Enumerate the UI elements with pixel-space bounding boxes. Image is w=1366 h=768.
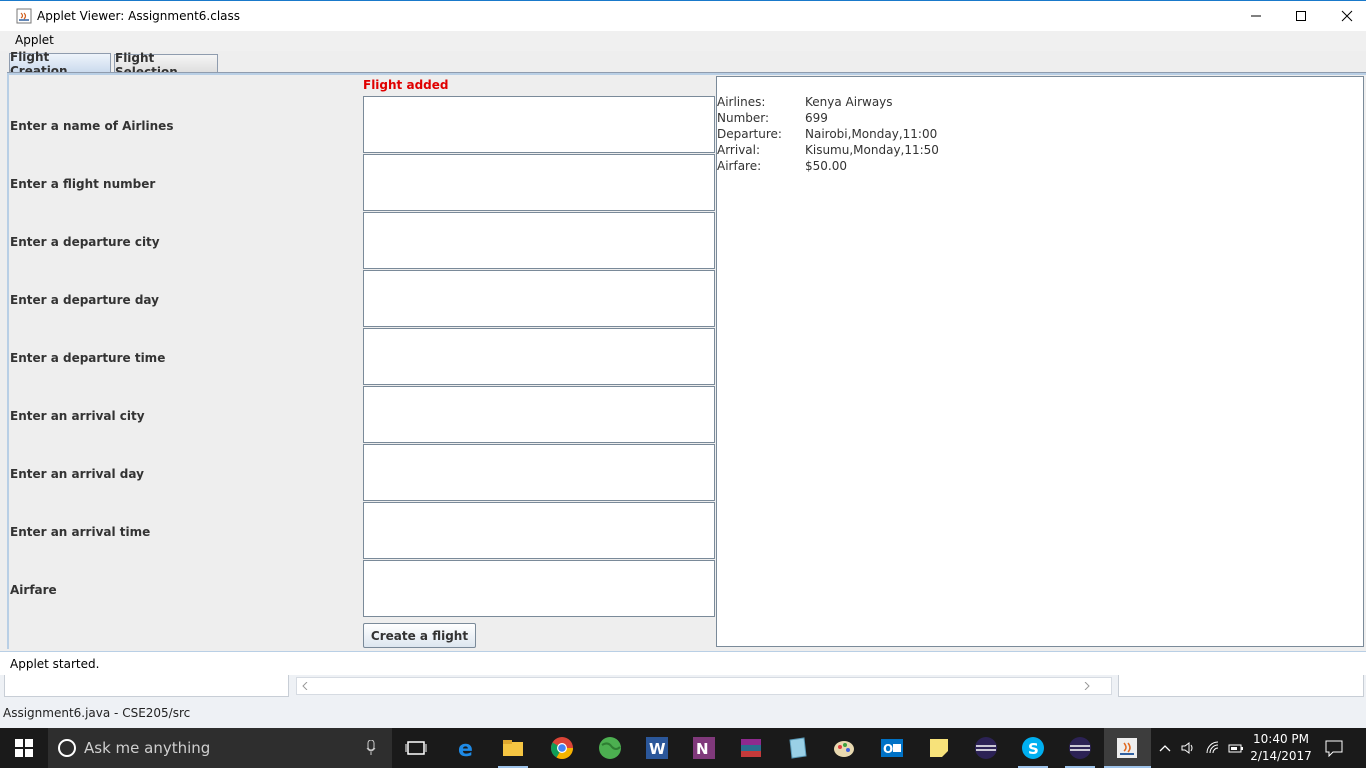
arrival-day-label: Enter an arrival day [10,467,144,481]
window-title: Applet Viewer: Assignment6.class [37,9,241,23]
tab-flight-creation[interactable]: Flight Creation [9,50,111,78]
info-value: Kenya Airways [805,95,893,109]
arrival-city-input[interactable] [363,386,715,443]
airlines-label: Enter a name of Airlines [10,119,174,133]
winrar-icon[interactable] [739,736,763,760]
departure-city-label: Enter a departure city [10,235,160,249]
sticky-notes-icon[interactable] [927,736,951,760]
onenote-icon[interactable]: N [692,736,716,760]
svg-text:W: W [649,740,666,758]
arrival-time-label: Enter an arrival time [10,525,151,539]
arrival-day-input[interactable] [363,444,715,501]
arrival-time-input[interactable] [363,502,715,559]
status-message: Flight added [363,78,449,92]
volume-icon[interactable] [1180,740,1196,756]
svg-text:S: S [1028,740,1039,758]
menu-bar: Applet [0,31,1366,51]
search-placeholder: Ask me anything [84,739,211,757]
departure-day-label: Enter a departure day [10,293,159,307]
globe-icon[interactable] [598,736,622,760]
eclipse-left-pane [4,675,289,697]
departure-time-label: Enter a departure time [10,351,166,365]
clock-date: 2/14/2017 [1250,749,1312,763]
info-value: $50.00 [805,159,847,173]
microphone-icon[interactable] [366,740,376,756]
close-button[interactable] [1324,1,1366,31]
flight-number-input[interactable] [363,154,715,211]
taskbar: Ask me anything e W N O S 10:40 PM 2/14/… [0,728,1366,768]
airfare-input[interactable] [363,560,715,617]
info-key: Number: [717,111,770,125]
wifi-icon[interactable] [1205,740,1221,756]
info-key: Arrival: [717,143,761,157]
svg-text:N: N [696,740,709,758]
cortana-icon [58,739,76,757]
windows-icon [15,739,33,757]
cortana-search-box[interactable]: Ask me anything [48,728,392,768]
info-value: Nairobi,Monday,11:00 [805,127,938,141]
applet-status-text: Applet started. [10,657,100,671]
scroll-right-icon[interactable] [1083,682,1091,690]
close-icon [1341,10,1353,22]
svg-text:O: O [883,742,893,756]
chevron-up-icon[interactable] [1157,740,1173,756]
create-flight-button[interactable]: Create a flight [363,623,476,648]
system-clock[interactable]: 10:40 PM 2/14/2017 [1248,731,1314,765]
info-value: 699 [805,111,828,125]
scroll-left-icon[interactable] [301,682,309,690]
info-value: Kisumu,Monday,11:50 [805,143,939,157]
clock-time: 10:40 PM [1253,732,1309,746]
notification-icon[interactable] [1325,739,1343,757]
maximize-button[interactable] [1278,1,1324,31]
departure-city-input[interactable] [363,212,715,269]
maximize-icon [1296,11,1306,21]
menu-applet[interactable]: Applet [15,33,54,47]
edge-icon[interactable]: e [455,736,479,760]
battery-icon[interactable] [1228,740,1244,756]
task-view-icon[interactable] [404,736,428,760]
skype-icon[interactable]: S [1021,736,1045,760]
svg-text:e: e [458,737,473,760]
file-explorer-icon[interactable] [501,736,525,760]
notepad-icon[interactable] [786,736,810,760]
start-button[interactable] [0,728,48,768]
horizontal-scrollbar[interactable] [296,677,1112,695]
info-key: Airlines: [717,95,766,109]
arrival-city-label: Enter an arrival city [10,409,145,423]
applet-status-bar: Applet started. [0,651,1366,675]
java-icon [1117,738,1137,758]
airlines-input[interactable] [363,96,715,153]
info-key: Departure: [717,127,782,141]
flight-number-label: Enter a flight number [10,177,156,191]
departure-time-input[interactable] [363,328,715,385]
window-titlebar: Applet Viewer: Assignment6.class [0,0,1366,31]
eclipse-icon-2[interactable] [1068,736,1092,760]
word-icon[interactable]: W [645,736,669,760]
eclipse-status-text: Assignment6.java - CSE205/src [3,706,191,720]
eclipse-icon[interactable] [974,736,998,760]
minimize-button[interactable] [1233,1,1279,31]
info-key: Airfare: [717,159,762,173]
chrome-icon[interactable] [550,736,574,760]
airfare-label: Airfare [10,583,57,597]
minimize-icon [1251,15,1261,17]
departure-day-input[interactable] [363,270,715,327]
java-app-icon [16,8,32,24]
tab-flight-selection[interactable]: Flight Selection [114,51,218,79]
outlook-icon[interactable]: O [880,736,904,760]
java-taskbar-active[interactable] [1104,728,1151,768]
eclipse-background: Assignment6.java - CSE205/src [0,675,1366,728]
paint-icon[interactable] [832,736,856,760]
eclipse-right-pane [1118,675,1364,697]
